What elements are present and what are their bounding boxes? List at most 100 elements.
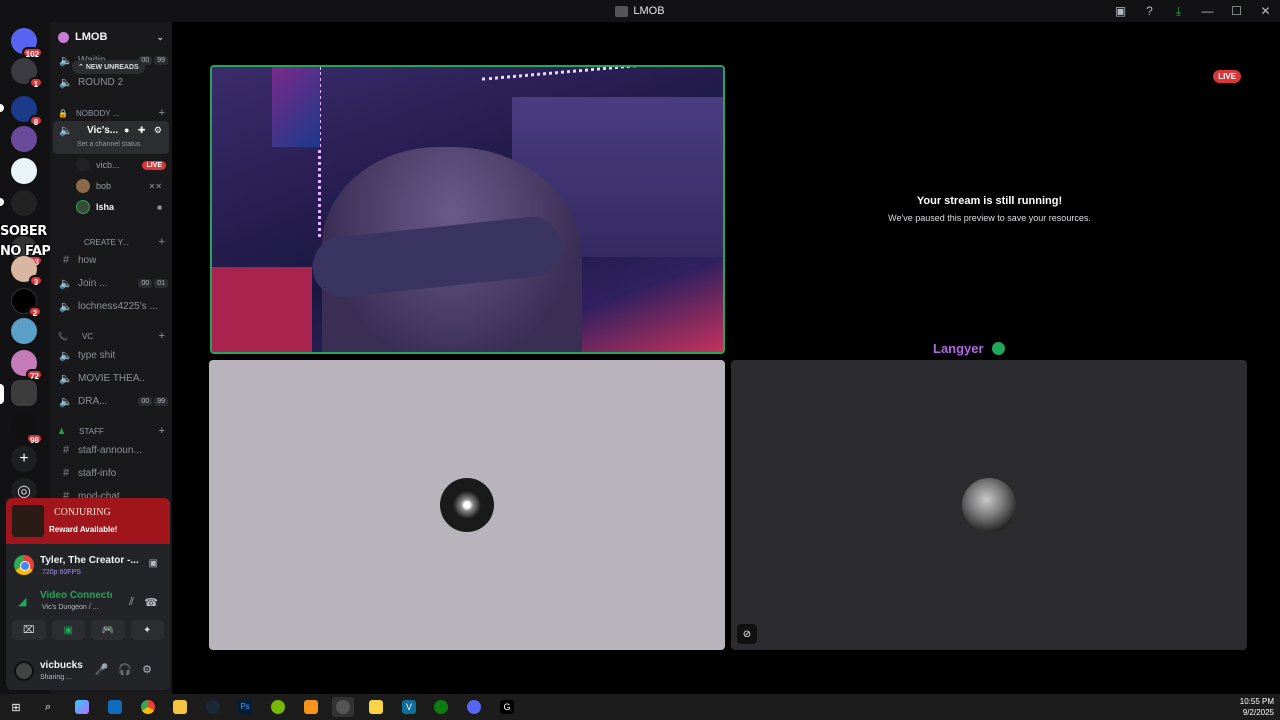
category-create[interactable]: CREATE Y... + bbox=[50, 234, 172, 250]
start-icon[interactable]: ⊞ bbox=[5, 697, 27, 717]
xbox-icon[interactable] bbox=[430, 697, 452, 717]
add-server-icon[interactable]: + bbox=[11, 446, 37, 472]
nvidia-icon[interactable] bbox=[267, 697, 289, 717]
add-channel-icon[interactable]: + bbox=[159, 236, 165, 248]
avatar[interactable] bbox=[14, 661, 34, 681]
live-badge: LIVE bbox=[1213, 70, 1241, 83]
windows-taskbar: ⊞ ⌕ Ps V G 10:55 PM 9/2/2025 bbox=[0, 694, 1280, 720]
channel-movie[interactable]: 🔈 MOVIE THEA... bbox=[50, 368, 172, 388]
stop-stream-icon[interactable]: ▣ bbox=[149, 558, 158, 569]
screen-share-button[interactable]: ▣ bbox=[51, 620, 85, 640]
category-nobody[interactable]: 🔒 NOBODY ... + bbox=[50, 105, 172, 121]
poster bbox=[272, 67, 320, 147]
server-avatar[interactable]: 1 bbox=[11, 58, 43, 89]
hash-icon: # bbox=[62, 254, 70, 266]
title-bar: LMOB ▣ ? ⤓ — ☐ ✕ bbox=[0, 0, 1280, 22]
v-app-icon[interactable]: V bbox=[398, 697, 420, 717]
user-area: vicbucks Sharing ... 🎤🎧⚙ bbox=[6, 652, 170, 688]
signal-icon[interactable]: ◢ bbox=[18, 595, 26, 608]
server-avatar[interactable] bbox=[11, 190, 37, 216]
voice-user[interactable]: vicb... LIVE bbox=[76, 155, 170, 175]
paused-title: Your stream is still running! bbox=[916, 195, 1063, 207]
server-avatar[interactable]: 2 bbox=[11, 288, 42, 318]
voice-user[interactable]: Isha ■ bbox=[76, 197, 170, 217]
copilot-icon[interactable] bbox=[71, 697, 93, 717]
reward-label: Reward Available! bbox=[49, 525, 118, 534]
avatar bbox=[962, 478, 1016, 532]
channel-staff-info[interactable]: # staff-info bbox=[50, 463, 172, 483]
participant-tile[interactable] bbox=[209, 360, 725, 650]
server-avatar[interactable]: 98 bbox=[11, 414, 43, 445]
server-avatar[interactable]: 72 bbox=[11, 350, 43, 381]
channel-lochness[interactable]: 🔈 lochness4225's ... bbox=[50, 296, 172, 316]
system-clock[interactable]: 10:55 PM 9/2/2025 bbox=[1240, 696, 1274, 718]
channel-vics-dungeon[interactable]: 🔈 Vic's... ● ✚ ⚙ Set a channel status bbox=[53, 121, 169, 154]
category-vc[interactable]: 📞 VC + bbox=[50, 328, 172, 344]
server-lmob-icon[interactable] bbox=[11, 380, 37, 406]
file-explorer-icon[interactable] bbox=[169, 697, 191, 717]
channel-actions[interactable]: ● ✚ ⚙ bbox=[124, 125, 165, 136]
channel-round2[interactable]: 🔈 ROUND 2 bbox=[50, 72, 172, 92]
participant-tile[interactable]: ⊘ bbox=[731, 360, 1247, 650]
hash-icon: # bbox=[62, 444, 70, 456]
screen-icon[interactable]: ▣ bbox=[1106, 0, 1135, 22]
camera-off-button[interactable]: ⌧ bbox=[12, 620, 46, 640]
user-controls[interactable]: 🎤🎧⚙ bbox=[95, 663, 162, 676]
channel-dra[interactable]: 🔈 DRA... 00 99 bbox=[50, 391, 172, 411]
stream-preview-tile[interactable]: LIVE Your stream is still running! We've… bbox=[732, 65, 1247, 354]
minimize-icon[interactable]: — bbox=[1193, 0, 1222, 22]
speaker-icon: 🔈 bbox=[59, 395, 73, 408]
hash-icon: # bbox=[62, 467, 70, 479]
guild-header[interactable]: LMOB ⌄ bbox=[50, 22, 172, 52]
disconnect-icon[interactable]: ☎ bbox=[144, 596, 158, 609]
chrome-icon[interactable] bbox=[137, 697, 159, 717]
muted-deafened-icon: ✕✕ bbox=[148, 181, 162, 191]
server-avatar[interactable]: 8 bbox=[11, 96, 43, 127]
avatar bbox=[76, 200, 90, 214]
discord-icon[interactable] bbox=[463, 697, 485, 717]
lock-icon: 🔒 bbox=[58, 108, 68, 118]
server-avatar[interactable] bbox=[11, 126, 37, 152]
rtc-connection: ◢ Video Connected Vic's Dungeon / ... ⫽ … bbox=[18, 590, 158, 611]
photoshop-icon[interactable]: Ps bbox=[234, 697, 256, 717]
server-avatar[interactable]: 3 bbox=[11, 256, 43, 287]
unread-pill bbox=[0, 198, 4, 206]
direct-messages-icon[interactable]: 102 bbox=[11, 28, 43, 59]
category-staff[interactable]: ♟ STAFF + bbox=[50, 423, 172, 439]
store-icon[interactable] bbox=[365, 697, 387, 717]
close-icon[interactable]: ✕ bbox=[1251, 0, 1280, 22]
logitech-icon[interactable]: G bbox=[496, 697, 518, 717]
server-avatar[interactable] bbox=[11, 158, 37, 184]
avatar bbox=[76, 158, 90, 172]
promo-art bbox=[12, 505, 44, 537]
add-channel-icon[interactable]: + bbox=[159, 107, 165, 119]
download-icon[interactable]: ⤓ bbox=[1164, 0, 1193, 22]
video-icon: ■ bbox=[157, 202, 162, 212]
search-icon[interactable]: ⌕ bbox=[37, 697, 59, 717]
help-icon[interactable]: ? bbox=[1135, 0, 1164, 22]
user-panel: Tyler, The Creator -... 720p 60FPS ▣ ◢ V… bbox=[6, 544, 170, 690]
promo-logo: CONJURING bbox=[54, 507, 111, 518]
fl-studio-icon[interactable] bbox=[300, 697, 322, 717]
obs-icon[interactable] bbox=[332, 697, 354, 717]
activities-button[interactable]: 🎮 bbox=[91, 620, 125, 640]
window-title: LMOB bbox=[615, 5, 665, 17]
channel-join[interactable]: 🔈 Join ... 00 01 bbox=[50, 273, 172, 293]
server-avatar[interactable] bbox=[11, 318, 37, 344]
add-channel-icon[interactable]: + bbox=[159, 425, 165, 437]
server-icon bbox=[615, 5, 629, 17]
reward-promo-banner[interactable]: CONJURING Reward Available! bbox=[6, 498, 170, 544]
channel-how[interactable]: # how bbox=[50, 250, 172, 270]
speaker-icon: 🔈 bbox=[59, 125, 73, 137]
outlook-icon[interactable] bbox=[104, 697, 126, 717]
channel-staff-announcements[interactable]: # staff-announ... bbox=[50, 440, 172, 460]
noise-suppression-icon[interactable]: ⫽ bbox=[129, 596, 134, 609]
channel-type-shit[interactable]: 🔈 type shit bbox=[50, 345, 172, 365]
steam-icon[interactable] bbox=[202, 697, 224, 717]
camera-tile[interactable] bbox=[210, 65, 725, 354]
voice-user[interactable]: bob ✕✕ bbox=[76, 176, 170, 196]
person-icon: ♟ bbox=[58, 426, 66, 436]
soundboard-button[interactable]: ✦ bbox=[130, 620, 164, 640]
maximize-icon[interactable]: ☐ bbox=[1222, 0, 1251, 22]
add-channel-icon[interactable]: + bbox=[159, 330, 165, 342]
